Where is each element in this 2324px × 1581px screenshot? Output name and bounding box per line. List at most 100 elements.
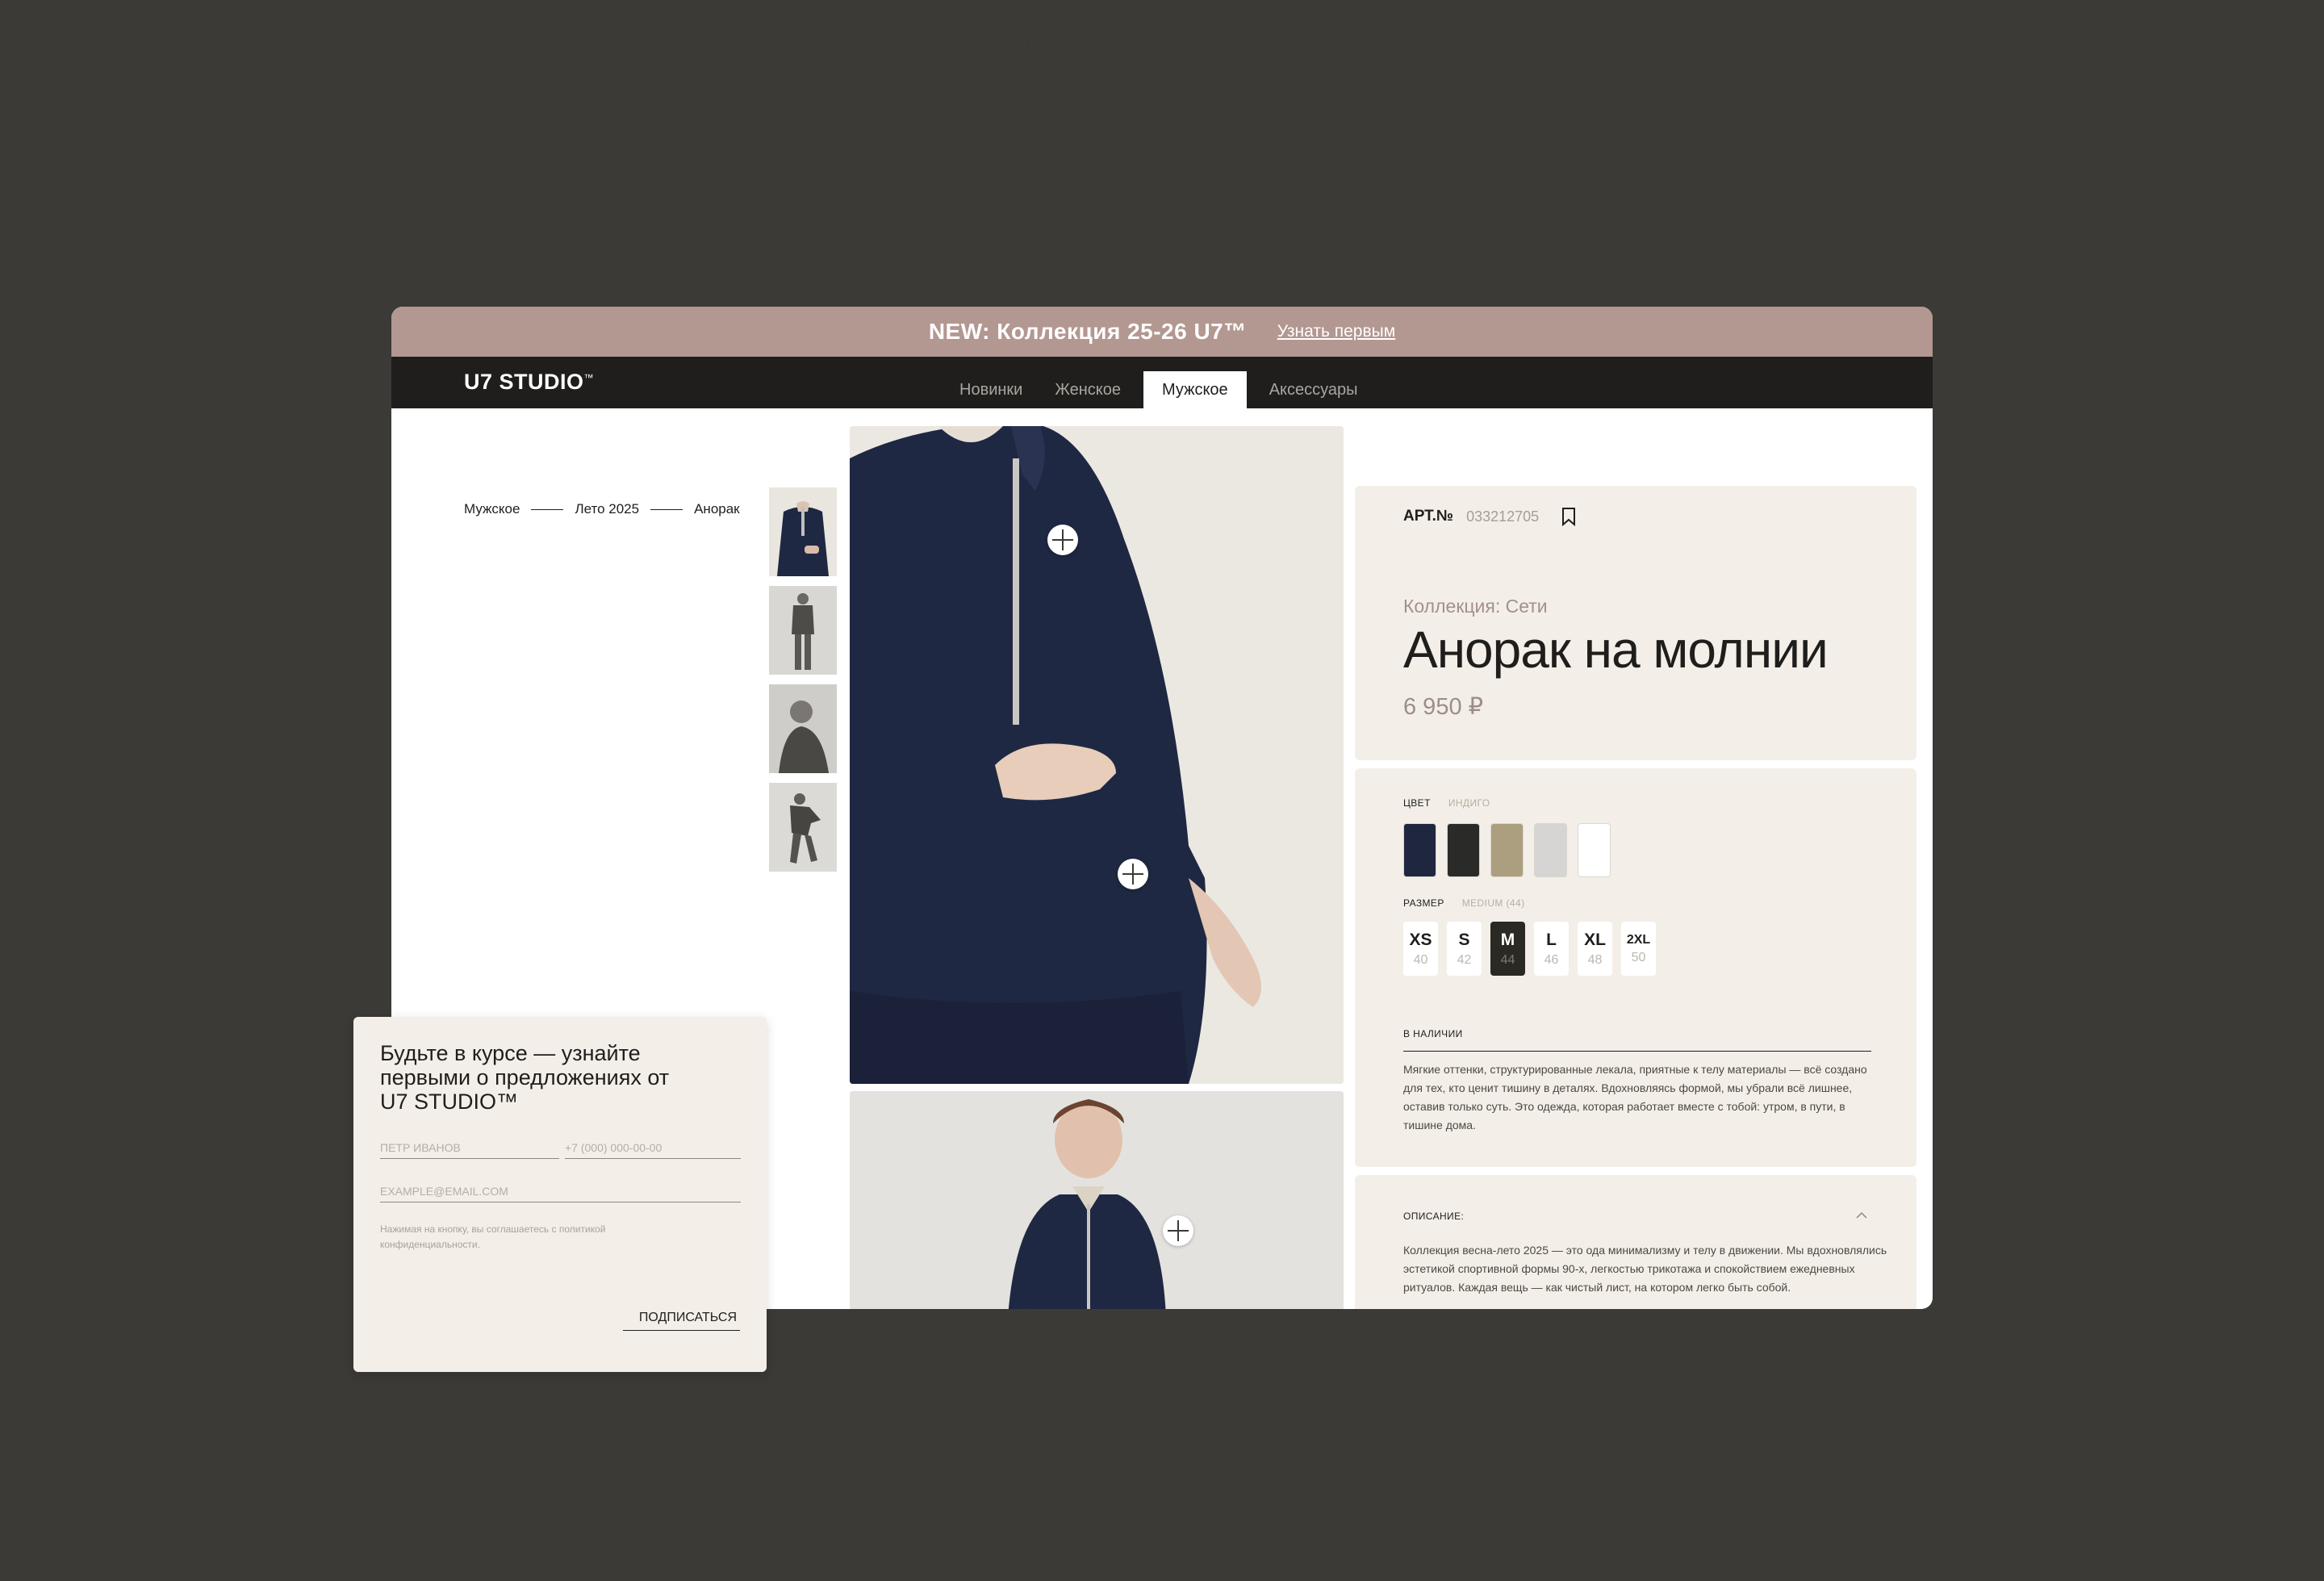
plus-icon [514, 283, 532, 301]
plus-icon [9, 1041, 27, 1059]
plus-icon [2029, 1546, 2047, 1564]
email-field[interactable] [380, 1183, 741, 1202]
color-swatch-4[interactable] [1534, 823, 1567, 877]
plus-icon [1524, 1546, 1542, 1564]
plus-icon [1777, 283, 1795, 301]
size-number: 48 [1587, 952, 1603, 967]
size-number: 46 [1544, 952, 1559, 967]
plus-icon [2029, 788, 2047, 806]
size-option-l[interactable]: L 46 [1534, 922, 1569, 976]
breadcrumb-divider [531, 508, 564, 510]
article-number: 033212705 [1466, 508, 1540, 525]
product-title: Анорак на молнии [1403, 621, 1829, 679]
size-number: 44 [1500, 952, 1515, 967]
size-value: MEDIUM (44) [1461, 897, 1525, 909]
plus-icon [2282, 536, 2300, 554]
size-option-m[interactable]: M 44 [1490, 922, 1525, 976]
thumbnail-image [769, 783, 837, 872]
plus-icon [9, 283, 27, 301]
product-photo [850, 1091, 1344, 1309]
plus-icon [2029, 31, 2047, 48]
newsletter-title: Будьте в курсе — узнайте первыми о предл… [380, 1041, 670, 1114]
chevron-up-icon[interactable] [1855, 1211, 1868, 1220]
tab-men[interactable]: Мужское [1143, 371, 1247, 408]
plus-icon [1019, 1546, 1037, 1564]
color-label-row: ЦВЕТ ИНДИГО [1403, 797, 1490, 809]
product-collection: Коллекция: Сети [1403, 596, 1548, 617]
promo-link[interactable]: Узнать первым [1277, 322, 1395, 341]
color-swatches [1403, 823, 1611, 877]
plus-icon [2282, 31, 2300, 48]
plus-icon [261, 1294, 279, 1311]
article-label: АРТ.№ [1403, 508, 1454, 525]
plus-icon [767, 31, 784, 48]
plus-icon [1524, 283, 1542, 301]
article-row: АРТ.№ 033212705 [1403, 507, 1576, 526]
description-heading: ОПИСАНИЕ: [1403, 1211, 1465, 1222]
privacy-note: Нажимая на кнопку, вы соглашаетесь с пол… [380, 1223, 606, 1250]
size-option-2xl[interactable]: 2XL 50 [1621, 922, 1656, 976]
plus-icon [261, 788, 279, 806]
logo-trademark: ™ [583, 372, 595, 383]
thumbnail-3[interactable] [769, 684, 837, 773]
thumbnail-4[interactable] [769, 783, 837, 872]
phone-field[interactable] [565, 1140, 741, 1159]
plus-icon [9, 1294, 27, 1311]
plus-icon [1777, 1546, 1795, 1564]
hotspot-plus-icon[interactable] [1163, 1215, 1193, 1246]
plus-icon [261, 1546, 279, 1564]
name-field[interactable] [380, 1140, 559, 1159]
logo[interactable]: U7 STUDIO™ [464, 370, 594, 395]
plus-icon [9, 536, 27, 554]
size-label: РАЗМЕР [1403, 897, 1444, 909]
product-info-panel: АРТ.№ 033212705 Коллекция: Сети Анорак н… [1355, 486, 1916, 760]
color-swatch-5[interactable] [1578, 823, 1611, 877]
plus-icon [1272, 283, 1289, 301]
size-letter: XS [1409, 930, 1432, 949]
color-swatch-3[interactable] [1490, 823, 1524, 877]
size-option-xs[interactable]: XS 40 [1403, 922, 1438, 976]
logo-text: U7 STUDIO [464, 370, 584, 394]
bookmark-icon[interactable] [1561, 507, 1576, 526]
color-value: ИНДИГО [1448, 797, 1490, 809]
plus-icon [1019, 31, 1037, 48]
size-letter: XL [1584, 930, 1606, 949]
plus-icon [261, 31, 279, 48]
tab-new[interactable]: Новинки [943, 371, 1039, 408]
plus-icon [514, 1546, 532, 1564]
plus-icon [2282, 788, 2300, 806]
navbar: U7 STUDIO™ Новинки Женское Мужское Аксес… [391, 357, 1933, 408]
plus-icon [2282, 1546, 2300, 1564]
tab-accessories[interactable]: Аксессуары [1253, 371, 1374, 408]
plus-icon [1524, 31, 1542, 48]
product-short-description: Мягкие оттенки, структурированные лекала… [1403, 1063, 1867, 1131]
plus-icon [261, 283, 279, 301]
plus-icon [9, 1546, 27, 1564]
color-swatch-1[interactable] [1403, 823, 1436, 877]
hotspot-plus-icon[interactable] [1118, 859, 1148, 889]
size-number: 50 [1631, 950, 1646, 964]
size-number: 40 [1413, 952, 1428, 967]
plus-icon [2029, 536, 2047, 554]
breadcrumb-item-men[interactable]: Мужское [464, 501, 520, 517]
breadcrumb-item-season[interactable]: Лето 2025 [575, 501, 639, 517]
tab-women[interactable]: Женское [1039, 371, 1137, 408]
size-option-xl[interactable]: XL 48 [1578, 922, 1612, 976]
color-swatch-2[interactable] [1447, 823, 1480, 877]
plus-icon [2282, 1294, 2300, 1311]
thumbnail-list [769, 487, 837, 872]
stock-status: В НАЛИЧИИ [1403, 1028, 1871, 1052]
size-option-s[interactable]: S 42 [1447, 922, 1482, 976]
plus-icon [9, 788, 27, 806]
plus-icon [1272, 31, 1289, 48]
size-options: XS 40 S 42 M 44 L 46 XL 48 2XL 50 [1403, 922, 1656, 976]
plus-icon [2029, 1041, 2047, 1059]
size-letter: 2XL [1626, 932, 1651, 947]
thumbnail-2[interactable] [769, 586, 837, 675]
subscribe-button[interactable]: ПОДПИСАТЬСЯ [622, 1311, 740, 1331]
hotspot-plus-icon[interactable] [1047, 525, 1078, 555]
plus-icon [1272, 1546, 1289, 1564]
product-secondary-image [850, 1091, 1344, 1309]
size-letter: S [1458, 930, 1470, 949]
thumbnail-1[interactable] [769, 487, 837, 576]
